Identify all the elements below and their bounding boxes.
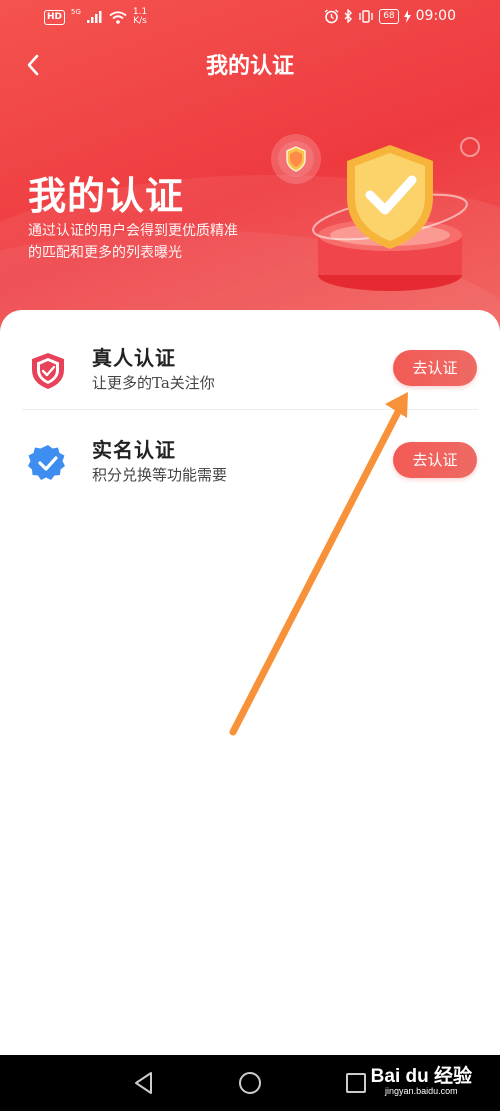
watermark-logo: Bai du 经验 xyxy=(370,1066,472,1087)
item-title: 实名认证 xyxy=(92,438,176,462)
vibrate-icon xyxy=(359,9,373,23)
verify-real-person-button[interactable]: 去认证 xyxy=(393,350,477,386)
item-title: 真人认证 xyxy=(92,346,176,370)
wifi-icon xyxy=(109,10,127,24)
verify-real-name-button[interactable]: 去认证 xyxy=(393,442,477,478)
hd-badge: HD xyxy=(44,9,66,25)
item-subtitle: 让更多的Ta关注你 xyxy=(92,374,215,392)
nav-recent-button[interactable] xyxy=(343,1070,369,1096)
status-bar: HD 5G 1.1 K/s 68 09:00 xyxy=(0,0,500,36)
bluetooth-icon xyxy=(344,9,353,23)
baidu-watermark: Bai du 经验 jingyan.baidu.com xyxy=(371,1061,472,1096)
charging-icon xyxy=(403,9,411,23)
signal-icon xyxy=(86,11,102,23)
page-title: 我的认证 xyxy=(205,53,294,79)
nav-back-button[interactable] xyxy=(131,1070,157,1096)
network-speed: 1.1 K/s xyxy=(133,8,147,26)
alarm-icon xyxy=(324,8,339,23)
list-item-real-name: 实名认证 积分兑换等功能需要 去认证 xyxy=(0,420,500,514)
clock: 09:00 xyxy=(415,8,456,24)
circle-home-icon xyxy=(239,1072,261,1094)
triangle-back-icon xyxy=(135,1072,152,1094)
list-item-real-person: 真人认证 让更多的Ta关注你 去认证 xyxy=(0,328,500,422)
square-recent-icon xyxy=(346,1073,366,1093)
shield-check-icon xyxy=(27,350,69,392)
hero-title: 我的认证 xyxy=(28,173,185,218)
system-navigation-bar: Bai du 经验 jingyan.baidu.com xyxy=(0,1055,500,1111)
item-subtitle: 积分兑换等功能需要 xyxy=(92,466,228,484)
network-type: 5G xyxy=(71,8,81,16)
divider xyxy=(22,409,478,410)
badge-check-icon xyxy=(27,442,69,484)
watermark-url: jingyan.baidu.com xyxy=(385,1086,458,1096)
battery-level: 68 xyxy=(379,8,399,24)
nav-home-button[interactable] xyxy=(237,1070,263,1096)
hero-description: 通过认证的用户会得到更优质精准的匹配和更多的列表曝光 xyxy=(28,223,238,261)
network-speed-unit: K/s xyxy=(133,16,147,26)
verified-shield-illustration xyxy=(305,135,475,295)
